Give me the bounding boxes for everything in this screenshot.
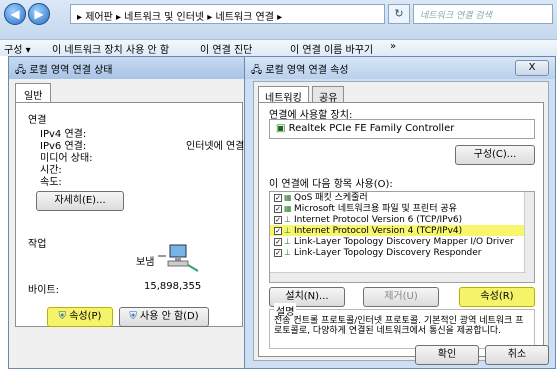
status-title: 로컬 영역 연결 상태: [29, 65, 113, 76]
speed-label: 속도:: [40, 177, 62, 188]
description-group: 설명 전송 컨트롤 프로토콜/인터넷 프로토콜. 기본적인 광역 네트워크 프로…: [269, 303, 535, 349]
protocol-icon: ⊥: [284, 248, 291, 257]
checkbox[interactable]: ✓: [274, 248, 282, 257]
shield-icon: ⛨: [129, 311, 137, 322]
checkbox[interactable]: ✓: [274, 204, 282, 213]
list-item-label: Internet Protocol Version 6 (TCP/IPv6): [294, 215, 463, 225]
list-item[interactable]: ✓ ▦ Microsoft 네트워크용 파일 및 프린터 공유: [270, 203, 534, 214]
command-bar: 구성 ▾ 이 네트워크 장치 사용 안 함 이 연결 진단 이 연결 이름 바꾸…: [0, 40, 557, 56]
list-item-label: QoS 패킷 스케줄러: [294, 193, 368, 203]
diagnose-command[interactable]: 이 연결 진단: [200, 41, 252, 56]
list-item[interactable]: ✓ ⊥ Link-Layer Topology Discovery Responde…: [270, 247, 534, 258]
connection-properties-dialog: 🖧 로컬 영역 연결 속성 X 네트워킹 공유 연결에 사용할 장치: ▣ Re…: [244, 56, 556, 369]
device-name: Realtek PCIe FE Family Controller: [288, 123, 455, 134]
configure-button[interactable]: 구성(C)...: [455, 145, 535, 165]
breadcrumb-text: ▸ 제어판 ▸ 네트워크 및 인터넷 ▸ 네트워크 연결 ▸: [77, 12, 283, 23]
disable-device-command[interactable]: 이 네트워크 장치 사용 안 함: [52, 41, 169, 56]
rename-command[interactable]: 이 연결 이름 바꾸기: [290, 41, 373, 56]
refresh-icon[interactable]: ↻: [388, 4, 410, 24]
protocol-icon: ⊥: [284, 237, 291, 246]
list-item-selected[interactable]: ✓ ⊥ Internet Protocol Version 4 (TCP/IPv4): [270, 225, 534, 236]
checkbox[interactable]: ✓: [274, 215, 282, 224]
protocol-icon: ⊥: [284, 226, 291, 235]
uninstall-button[interactable]: 제거(U): [363, 287, 439, 307]
list-item[interactable]: ✓ ⊥ Link-Layer Topology Discovery Mapper I…: [270, 236, 534, 247]
ok-button[interactable]: 확인: [415, 345, 479, 365]
list-item-label: Microsoft 네트워크용 파일 및 프린터 공유: [294, 204, 457, 214]
bytes-label: 바이트:: [28, 285, 59, 296]
connection-section-label: 연결: [28, 115, 47, 126]
activity-section-label: 작업: [28, 239, 47, 250]
disable-button[interactable]: ⛨ 사용 안 함(D): [119, 307, 209, 327]
network-icon: 🖧: [15, 65, 27, 76]
properties-panel: 네트워킹 공유 연결에 사용할 장치: ▣ Realtek PCIe FE Fa…: [253, 81, 549, 361]
organize-menu[interactable]: 구성 ▾: [4, 41, 31, 56]
properties-title: 로컬 영역 연결 속성: [265, 65, 349, 76]
components-list[interactable]: ✓ ▦ QoS 패킷 스케줄러 ✓ ▦ Microsoft 네트워크용 파일 및 프린터…: [269, 191, 535, 283]
share-icon: ▦: [284, 204, 292, 213]
sent-label: 보냄: [136, 257, 155, 268]
checkbox[interactable]: ✓: [274, 237, 282, 246]
shield-icon: ⛨: [58, 311, 67, 322]
ipv4-value: 인터넷에 연결: [186, 141, 245, 152]
close-button[interactable]: X: [515, 60, 549, 76]
description-text: 전송 컨트롤 프로토콜/인터넷 프로토콜. 기본적인 광역 네트워크 프로토콜로…: [274, 316, 524, 336]
list-item[interactable]: ✓ ⊥ Internet Protocol Version 6 (TCP/IPv6): [270, 214, 534, 225]
list-item-label: Internet Protocol Version 4 (TCP/IPv4): [294, 226, 463, 236]
checkbox[interactable]: ✓: [274, 226, 282, 235]
status-properties-label: 속성(P): [69, 311, 102, 322]
list-item-label: Link-Layer Topology Discovery Responder: [294, 248, 482, 258]
more-commands-icon[interactable]: »: [390, 41, 396, 52]
vertical-scrollbar[interactable]: [524, 192, 534, 282]
cancel-button[interactable]: 취소: [485, 345, 549, 365]
item-properties-button[interactable]: 속성(R): [459, 287, 535, 307]
back-icon[interactable]: ◀: [4, 3, 26, 25]
details-button[interactable]: 자세히(E)...: [36, 191, 124, 211]
protocol-icon: ⊥: [284, 215, 291, 224]
horizontal-scrollbar[interactable]: [270, 272, 526, 282]
items-label: 이 연결에 다음 항목 사용(O):: [269, 179, 393, 190]
explorer-address-bar: ◀ ▶ ▸ 제어판 ▸ 네트워크 및 인터넷 ▸ 네트워크 연결 ▸ ↻ 네트워…: [0, 0, 557, 40]
search-input[interactable]: 네트워크 연결 검색: [413, 4, 553, 24]
network-icon: 🖧: [251, 65, 263, 76]
disable-label: 사용 안 함(D): [140, 311, 199, 322]
list-item[interactable]: ✓ ▦ QoS 패킷 스케줄러: [270, 192, 534, 203]
list-item-label: Link-Layer Topology Discovery Mapper I/O…: [294, 237, 514, 247]
status-titlebar: 🖧 로컬 영역 연결 상태: [9, 57, 247, 79]
properties-titlebar: 🖧 로컬 영역 연결 속성: [245, 57, 555, 79]
search-placeholder: 네트워크 연결 검색: [420, 11, 492, 21]
network-activity-icon: [158, 244, 199, 272]
networking-tab-body: 연결에 사용할 장치: ▣ Realtek PCIe FE Family Con…: [258, 102, 544, 357]
checkbox[interactable]: ✓: [274, 193, 282, 202]
device-field: ▣ Realtek PCIe FE Family Controller: [269, 119, 535, 139]
breadcrumb[interactable]: ▸ 제어판 ▸ 네트워크 및 인터넷 ▸ 네트워크 연결 ▸: [70, 4, 385, 24]
status-properties-button[interactable]: ⛨ 속성(P): [47, 307, 113, 327]
qos-icon: ▦: [284, 193, 292, 202]
forward-icon[interactable]: ▶: [28, 3, 50, 25]
adapter-icon: ▣: [276, 123, 286, 134]
bytes-value: 15,898,355: [144, 281, 202, 292]
connection-status-dialog: 🖧 로컬 영역 연결 상태 일반 연결 IPv4 연결: IPv6 연결: 미디…: [8, 56, 248, 369]
status-panel: 연결 IPv4 연결: IPv6 연결: 미디어 상태: 시간: 속도: 인터넷…: [15, 102, 245, 327]
